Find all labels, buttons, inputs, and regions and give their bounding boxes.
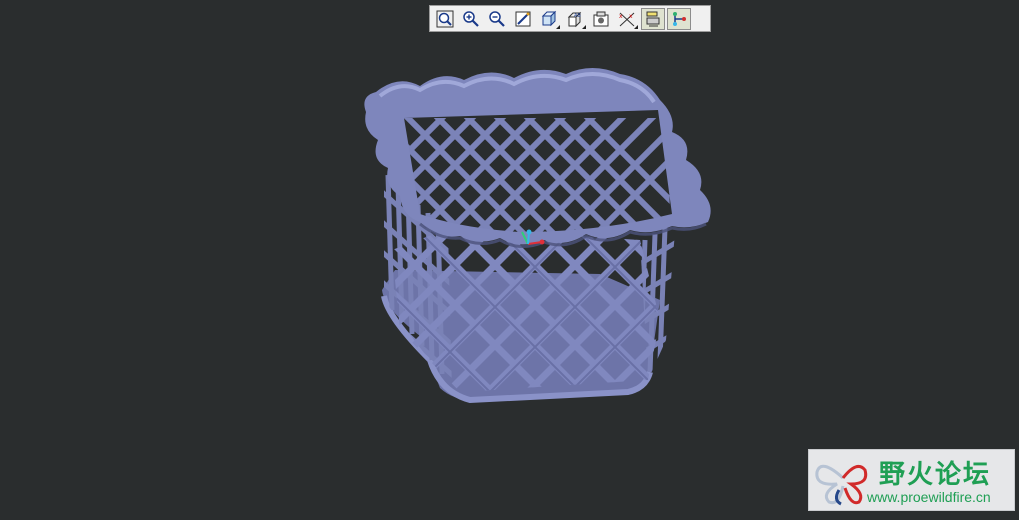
view-manager-icon [593, 11, 609, 26]
model-canvas[interactable] [0, 0, 1019, 516]
repaint-icon [515, 11, 531, 26]
zoom-fit-icon [436, 10, 454, 27]
butterfly-logo-icon [815, 464, 868, 506]
zoom-in-icon [463, 10, 479, 27]
csys-display-icon [673, 11, 686, 26]
zoom-out-icon [489, 10, 505, 27]
svg-text:AB: AB [574, 13, 581, 19]
zoom-out-button[interactable] [485, 8, 509, 30]
repaint-button[interactable] [511, 8, 535, 30]
datum-display-button[interactable]: x x [615, 8, 639, 30]
watermark-title: 野火论坛 [879, 460, 992, 490]
graphics-viewport[interactable] [0, 0, 1019, 516]
watermark-url: www.proewildfire.cn [867, 489, 991, 505]
annotation-display-button[interactable] [641, 7, 665, 30]
view-toolbar: AB x x [429, 5, 711, 32]
zoom-in-button[interactable] [459, 8, 483, 30]
svg-text:x: x [619, 13, 623, 20]
view-manager-button[interactable] [589, 8, 613, 30]
display-style-button[interactable] [537, 8, 561, 30]
zoom-fit-button[interactable] [433, 8, 457, 30]
csys-display-button[interactable] [667, 7, 691, 30]
watermark-logo: 野火论坛 www.proewildfire.cn [808, 449, 1015, 511]
svg-text:x: x [629, 13, 633, 20]
saved-views-button[interactable]: AB [563, 8, 587, 30]
annotation-display-icon [646, 11, 660, 26]
